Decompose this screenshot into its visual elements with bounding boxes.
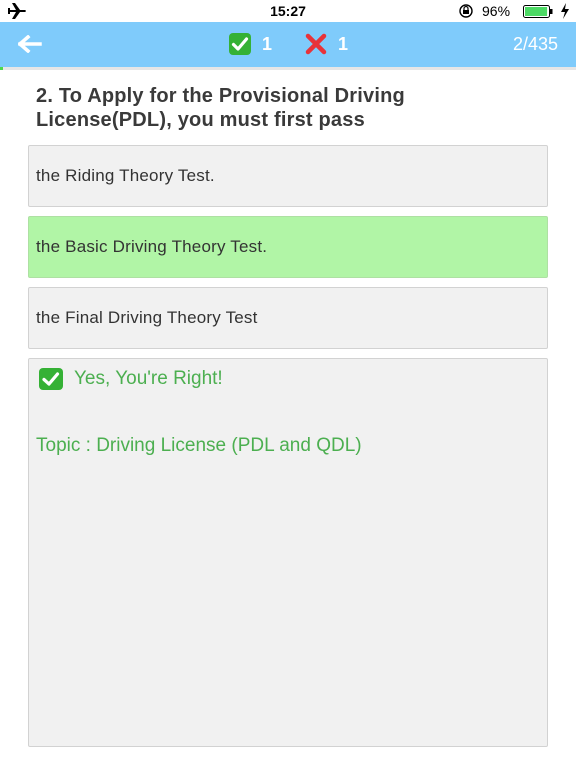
explanation-panel: Yes, You're Right! Topic : Driving Licen…: [28, 358, 548, 747]
wrong-score: 1: [304, 32, 348, 56]
nav-bar: 1 1 2/435: [0, 22, 576, 67]
progress-bar: [0, 67, 576, 70]
topic-text: Topic : Driving License (PDL and QDL): [36, 435, 362, 456]
battery-icon: [523, 5, 553, 18]
back-arrow-icon: [18, 35, 42, 53]
cross-mark-icon: [305, 33, 327, 55]
answer-option-label: the Riding Theory Test.: [36, 166, 215, 185]
question-counter: 2/435: [512, 34, 558, 54]
charging-bolt-icon: [561, 3, 569, 19]
result-text: Yes, You're Right!: [74, 368, 223, 389]
answer-option-label: the Final Driving Theory Test: [36, 308, 258, 327]
answer-option[interactable]: the Riding Theory Test.: [28, 145, 548, 207]
question-text: 2. To Apply for the Provisional Driving …: [36, 85, 405, 131]
rotation-lock-icon: [459, 4, 473, 18]
correct-count: 1: [262, 33, 273, 54]
correct-score: 1: [228, 32, 272, 56]
wrong-count: 1: [338, 33, 349, 54]
answer-result: Yes, You're Right!: [38, 367, 223, 391]
answer-option[interactable]: the Basic Driving Theory Test.: [28, 216, 548, 278]
answer-option[interactable]: the Final Driving Theory Test: [28, 287, 548, 349]
status-bar: 15:27 96%: [0, 0, 576, 22]
check-mark-icon: [229, 33, 251, 55]
back-button[interactable]: [12, 30, 48, 58]
check-mark-icon: [39, 368, 63, 390]
answer-option-label: the Basic Driving Theory Test.: [36, 237, 268, 256]
battery-percent: 96%: [482, 3, 511, 19]
progress-bar-fill: [0, 67, 3, 70]
